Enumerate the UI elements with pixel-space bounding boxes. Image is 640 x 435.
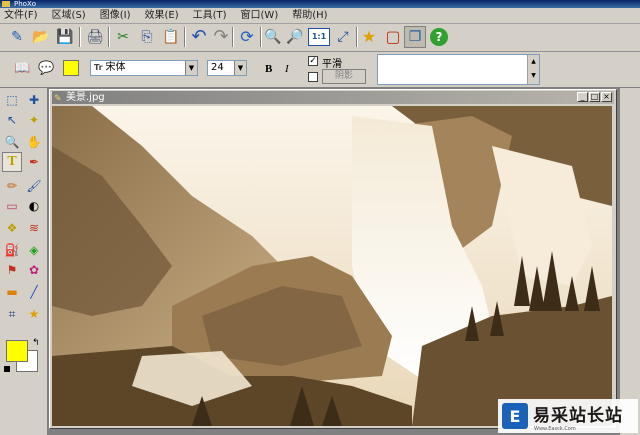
text-color-swatch[interactable] bbox=[63, 60, 79, 76]
image-canvas[interactable] bbox=[52, 106, 612, 426]
hand-icon[interactable]: ✋ bbox=[24, 132, 44, 152]
app-window: PhoXo 文件(F) 区域(S) 图像(I) 效果(E) 工具(T) 窗口(W… bbox=[0, 0, 640, 435]
help-icon[interactable]: ? bbox=[430, 28, 448, 46]
zoom-out-icon[interactable]: 🔎 bbox=[284, 26, 306, 48]
menu-selection[interactable]: 区域(S) bbox=[52, 8, 86, 24]
sponge-icon[interactable]: ✿ bbox=[24, 260, 44, 280]
fill-icon[interactable]: ⛽ bbox=[2, 240, 22, 260]
font-name-select[interactable]: Tr 宋体 ▼ bbox=[90, 60, 198, 76]
actual-size-icon[interactable]: 1:1 bbox=[308, 28, 330, 46]
stamp-icon[interactable]: ⚑ bbox=[2, 260, 22, 280]
redo-icon[interactable]: ↷ bbox=[210, 26, 232, 48]
pencil-icon[interactable]: ✏ bbox=[2, 176, 22, 196]
fit-window-icon[interactable]: ⤢ bbox=[332, 26, 354, 48]
clone-icon[interactable]: ❖ bbox=[2, 218, 22, 238]
shadow-checkbox[interactable] bbox=[308, 72, 318, 82]
watermark-subtext: Www.Easck.Com bbox=[534, 426, 576, 432]
move-icon[interactable]: ✚ bbox=[24, 90, 44, 110]
menu-file[interactable]: 文件(F) bbox=[4, 8, 38, 24]
menu-window[interactable]: 窗口(W) bbox=[241, 8, 279, 24]
smooth-checkbox[interactable]: ✓ bbox=[308, 56, 318, 66]
crop-icon[interactable]: ⌗ bbox=[2, 304, 22, 324]
scrollbar[interactable]: ▲ ▼ bbox=[527, 55, 539, 84]
scroll-up-icon[interactable]: ▲ bbox=[528, 55, 539, 69]
app-icon bbox=[2, 1, 10, 7]
contrast-icon[interactable]: ◐ bbox=[24, 196, 44, 216]
menu-bar: 文件(F) 区域(S) 图像(I) 效果(E) 工具(T) 窗口(W) 帮助(H… bbox=[0, 8, 640, 24]
tool-palette: ⬚ ✚ ↖ ✦ 🔍 ✋ T ✒ ✏ 🖌 ▭ ◐ ❖ ≋ ⛽ ◈ ⚑ ✿ ▬ ╱ … bbox=[0, 88, 48, 435]
reset-colors-icon[interactable] bbox=[4, 366, 10, 372]
main-toolbar: ✎ 📂 💾 🖨 ✂ ⎘ 📋 ↶ ↷ ⟳ 🔍 🔎 1:1 ⤢ ★ ▢ ❐ ? bbox=[0, 24, 640, 52]
image-window-titlebar[interactable]: ✎ 美景.jpg _ □ × bbox=[52, 91, 614, 104]
smooth-label: 平滑 bbox=[322, 59, 342, 70]
lasso-icon[interactable]: ↖ bbox=[2, 110, 22, 130]
font-name-value: 宋体 bbox=[105, 62, 126, 73]
toolbar-separator bbox=[184, 27, 186, 47]
line-icon[interactable]: ╱ bbox=[24, 282, 44, 302]
rect-select-icon[interactable]: ⬚ bbox=[2, 90, 22, 110]
right-gutter bbox=[620, 88, 640, 435]
watermark-logo: E bbox=[502, 403, 528, 429]
chevron-down-icon[interactable]: ▼ bbox=[234, 61, 246, 75]
window-controls: _ □ × bbox=[576, 92, 612, 102]
font-size-value: 24 bbox=[211, 62, 224, 73]
bold-button[interactable]: B bbox=[265, 63, 272, 75]
document-icon: ✎ bbox=[54, 94, 62, 104]
cut-icon[interactable]: ✂ bbox=[112, 26, 134, 48]
scroll-down-icon[interactable]: ▼ bbox=[528, 69, 539, 83]
bubble-icon[interactable]: 💬 bbox=[38, 61, 54, 76]
watermark-text: 易采站长站 bbox=[533, 406, 623, 426]
open-icon[interactable]: 📂 bbox=[30, 26, 52, 48]
watermark: E 易采站长站 Www.Easck.Com bbox=[498, 399, 638, 433]
scan-icon[interactable]: 🖨 bbox=[84, 26, 106, 48]
frame-icon[interactable]: ▢ bbox=[382, 26, 404, 48]
text-input[interactable]: ▲ ▼ bbox=[377, 54, 540, 85]
text-toolbar: 📖 💬 Tr 宋体 ▼ 24 ▼ B I ✓ 平滑 阴影 ▲ ▼ bbox=[0, 52, 640, 88]
book-icon[interactable]: 📖 bbox=[14, 61, 30, 76]
refresh-icon[interactable]: ⟳ bbox=[236, 26, 258, 48]
waterfall-photo bbox=[52, 106, 612, 426]
maximize-button[interactable]: □ bbox=[589, 92, 600, 102]
close-button[interactable]: × bbox=[601, 92, 612, 102]
swap-colors-icon[interactable]: ↰ bbox=[32, 338, 40, 348]
save-icon[interactable]: 💾 bbox=[54, 26, 76, 48]
minimize-button[interactable]: _ bbox=[577, 92, 588, 102]
font-size-select[interactable]: 24 ▼ bbox=[207, 60, 247, 76]
paste-icon[interactable]: 📋 bbox=[160, 26, 182, 48]
layers-icon[interactable]: ❐ bbox=[404, 26, 426, 48]
image-window-title: 美景.jpg bbox=[66, 92, 105, 103]
zoom-in-icon[interactable]: 🔍 bbox=[262, 26, 284, 48]
color-replace-icon[interactable]: ◈ bbox=[24, 240, 44, 260]
zoom-tool-icon[interactable]: 🔍 bbox=[2, 132, 22, 152]
smudge-icon[interactable]: ≋ bbox=[24, 218, 44, 238]
text-tool-icon[interactable]: T bbox=[2, 152, 22, 172]
undo-icon[interactable]: ↶ bbox=[188, 26, 210, 48]
chevron-down-icon[interactable]: ▼ bbox=[185, 61, 197, 75]
toolbar-separator bbox=[232, 27, 234, 47]
workspace: ✎ 美景.jpg _ □ × bbox=[48, 88, 640, 435]
toolbar-separator bbox=[79, 27, 81, 47]
gradient-icon[interactable]: ▬ bbox=[2, 282, 22, 302]
menu-effects[interactable]: 效果(E) bbox=[144, 8, 178, 24]
new-icon[interactable]: ✎ bbox=[6, 26, 28, 48]
copy-icon[interactable]: ⎘ bbox=[136, 26, 158, 48]
eyedropper-icon[interactable]: ✒ bbox=[24, 152, 44, 172]
toolbar-separator bbox=[108, 27, 110, 47]
truetype-icon: Tr bbox=[94, 63, 103, 72]
menu-image[interactable]: 图像(I) bbox=[100, 8, 131, 24]
brush-icon[interactable]: 🖌 bbox=[24, 176, 44, 196]
shape-icon[interactable]: ★ bbox=[24, 304, 44, 324]
menu-tools[interactable]: 工具(T) bbox=[193, 8, 227, 24]
image-window: ✎ 美景.jpg _ □ × bbox=[49, 89, 617, 429]
menu-help[interactable]: 帮助(H) bbox=[292, 8, 327, 24]
foreground-color-swatch[interactable] bbox=[6, 340, 28, 362]
italic-button[interactable]: I bbox=[285, 63, 289, 75]
eraser-icon[interactable]: ▭ bbox=[2, 196, 22, 216]
magic-wand-icon[interactable]: ✦ bbox=[24, 110, 44, 130]
shadow-button[interactable]: 阴影 bbox=[322, 69, 366, 84]
favorite-icon[interactable]: ★ bbox=[358, 26, 380, 48]
